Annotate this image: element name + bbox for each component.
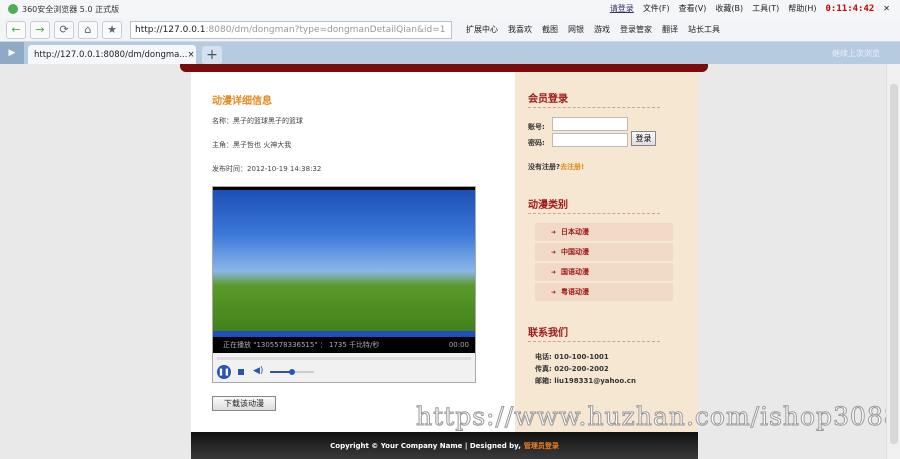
ext-screenshot[interactable]: 截图 bbox=[542, 24, 558, 35]
player-controls: ❚❚ ◀) bbox=[213, 353, 475, 382]
copyright-text: Copyright © Your Company Name | Designed… bbox=[330, 441, 521, 450]
browser-titlebar: 360安全浏览器 5.0 正式版 请登录 文件(F) 查看(V) 收藏(B) 工… bbox=[0, 0, 900, 18]
menu-help[interactable]: 帮助(H) bbox=[788, 3, 816, 14]
arrow-icon: ➜ bbox=[551, 248, 557, 256]
home-button[interactable]: ⌂ bbox=[78, 20, 98, 39]
register-link[interactable]: 去注册! bbox=[560, 163, 584, 171]
contact-email: 邮箱: liu198331@yahoo.cn bbox=[535, 377, 636, 385]
contact-fax: 传真: 020-200-2002 bbox=[535, 365, 609, 373]
clock-overlay: 0:11:4:42 bbox=[825, 3, 875, 14]
extensions-bar: 扩展中心 我喜欢 截图 网银 游戏 登录管家 翻译 站长工具 bbox=[466, 24, 720, 35]
menu-view[interactable]: 查看(V) bbox=[679, 3, 707, 14]
category-label: 国语动漫 bbox=[561, 268, 590, 276]
contact-phone: 电话: 010-100-1001 bbox=[535, 353, 609, 361]
no-register-text: 没有注册? bbox=[528, 163, 561, 171]
volume-icon[interactable]: ◀) bbox=[253, 366, 263, 376]
password-label: 密码: bbox=[528, 139, 545, 147]
video-player[interactable]: 正在播放 "1305578336515" ： 1735 千比特/秒 00:00 ❚… bbox=[212, 186, 476, 383]
arrow-icon: ➜ bbox=[551, 228, 557, 236]
category-label: 日本动漫 bbox=[561, 228, 590, 236]
sidebar-toggle-icon[interactable]: ▶ bbox=[0, 42, 24, 64]
contact-heading: 联系我们 bbox=[528, 324, 660, 342]
register-prompt: 没有注册?去注册! bbox=[528, 162, 584, 172]
category-cantonese[interactable]: ➜ 粤语动漫 bbox=[535, 283, 673, 301]
tab-title: http://127.0.0.1:8080/dm/dongma... bbox=[34, 49, 188, 60]
seek-bar[interactable] bbox=[217, 357, 471, 360]
ext-bank[interactable]: 网银 bbox=[568, 24, 584, 35]
menu-favorites[interactable]: 收藏(B) bbox=[715, 3, 743, 14]
ext-webmaster[interactable]: 站长工具 bbox=[688, 24, 720, 35]
ext-games[interactable]: 游戏 bbox=[594, 24, 610, 35]
scrollbar-thumb[interactable] bbox=[890, 84, 898, 444]
anime-lead: 主角：黑子哲也 火神大我 bbox=[212, 141, 292, 149]
ext-center[interactable]: 扩展中心 bbox=[466, 24, 498, 35]
admin-login-link[interactable]: 管理员登录 bbox=[524, 441, 559, 451]
forward-button[interactable]: → bbox=[30, 20, 50, 39]
detail-heading: 动漫详细信息 bbox=[212, 96, 272, 107]
anime-name: 名称：黑子的篮球黑子的篮球 bbox=[212, 117, 303, 125]
arrow-icon: ➜ bbox=[551, 268, 557, 276]
login-button[interactable]: 登录 bbox=[631, 131, 656, 146]
category-japan[interactable]: ➜ 日本动漫 bbox=[535, 223, 673, 241]
category-mandarin[interactable]: ➜ 国语动漫 bbox=[535, 263, 673, 281]
ext-like[interactable]: 我喜欢 bbox=[508, 24, 532, 35]
sidebar: 会员登录 账号: 密码: 登录 没有注册?去注册! 动漫类别 ➜ 日本动漫 ➜ 中国… bbox=[515, 72, 698, 432]
menu-bar: 请登录 文件(F) 查看(V) 收藏(B) 工具(T) 帮助(H) 0:11:4… bbox=[610, 3, 890, 14]
category-heading: 动漫类别 bbox=[528, 196, 660, 214]
category-label: 粤语动漫 bbox=[561, 288, 590, 296]
download-button[interactable]: 下载该动漫 bbox=[212, 396, 276, 411]
pause-button[interactable]: ❚❚ bbox=[217, 365, 231, 379]
header-bar bbox=[180, 64, 708, 72]
address-bar[interactable]: http://127.0.0.1:8080/dm/dongman?type=do… bbox=[130, 20, 452, 39]
player-time: 00:00 bbox=[448, 341, 469, 349]
url-host: http://127.0.0.1 bbox=[135, 24, 206, 35]
password-input[interactable] bbox=[552, 133, 628, 147]
ext-login-manager[interactable]: 登录管家 bbox=[620, 24, 652, 35]
back-button[interactable]: ← bbox=[6, 20, 26, 39]
stop-button[interactable] bbox=[238, 369, 244, 375]
url-path: :8080/dm/dongman?type=dongmanDetailQian&… bbox=[205, 24, 446, 35]
browser-logo-icon bbox=[8, 4, 18, 14]
favorite-star-icon[interactable]: ★ bbox=[102, 20, 122, 39]
login-link[interactable]: 请登录 bbox=[610, 3, 634, 14]
new-tab-button[interactable]: + bbox=[202, 46, 222, 64]
arrow-icon: ➜ bbox=[551, 288, 557, 296]
volume-slider[interactable] bbox=[270, 369, 314, 375]
menu-tools[interactable]: 工具(T) bbox=[752, 3, 779, 14]
ext-translate[interactable]: 翻译 bbox=[662, 24, 678, 35]
tab-current[interactable]: http://127.0.0.1:8080/dm/dongma... × bbox=[28, 45, 196, 64]
resume-browsing[interactable]: 继续上次浏览 bbox=[832, 48, 880, 59]
detail-panel: 动漫详细信息 名称：黑子的篮球黑子的篮球 主角：黑子哲也 火神大我 发布时间：2… bbox=[191, 72, 515, 432]
login-heading: 会员登录 bbox=[528, 90, 660, 108]
page-viewport: 动漫详细信息 名称：黑子的篮球黑子的篮球 主角：黑子哲也 火神大我 发布时间：2… bbox=[0, 64, 900, 459]
account-input[interactable] bbox=[552, 117, 628, 131]
category-label: 中国动漫 bbox=[561, 248, 590, 256]
footer: Copyright © Your Company Name | Designed… bbox=[191, 432, 698, 459]
tab-bar: ▶ http://127.0.0.1:8080/dm/dongma... × + … bbox=[0, 42, 900, 64]
account-label: 账号: bbox=[528, 123, 545, 131]
tab-close-icon[interactable]: × bbox=[187, 50, 194, 60]
anime-publish-time: 发布时间：2012-10-19 14:38:32 bbox=[212, 165, 322, 173]
watermark: https://www.huzhan.com/ishop30884 bbox=[416, 402, 900, 432]
menu-file[interactable]: 文件(F) bbox=[643, 3, 670, 14]
player-status: 正在播放 "1305578336515" ： 1735 千比特/秒 00:00 bbox=[213, 337, 475, 353]
category-china[interactable]: ➜ 中国动漫 bbox=[535, 243, 673, 261]
window-title: 360安全浏览器 5.0 正式版 bbox=[22, 4, 120, 14]
close-icon[interactable]: ✕ bbox=[883, 4, 890, 13]
player-status-text: 正在播放 "1305578336515" ： 1735 千比特/秒 bbox=[223, 341, 380, 349]
video-screen[interactable] bbox=[213, 190, 475, 337]
vertical-scrollbar[interactable] bbox=[886, 64, 900, 459]
refresh-button[interactable]: ⟳ bbox=[54, 20, 74, 39]
nav-toolbar: ← → ⟳ ⌂ ★ http://127.0.0.1:8080/dm/dongm… bbox=[0, 18, 900, 42]
